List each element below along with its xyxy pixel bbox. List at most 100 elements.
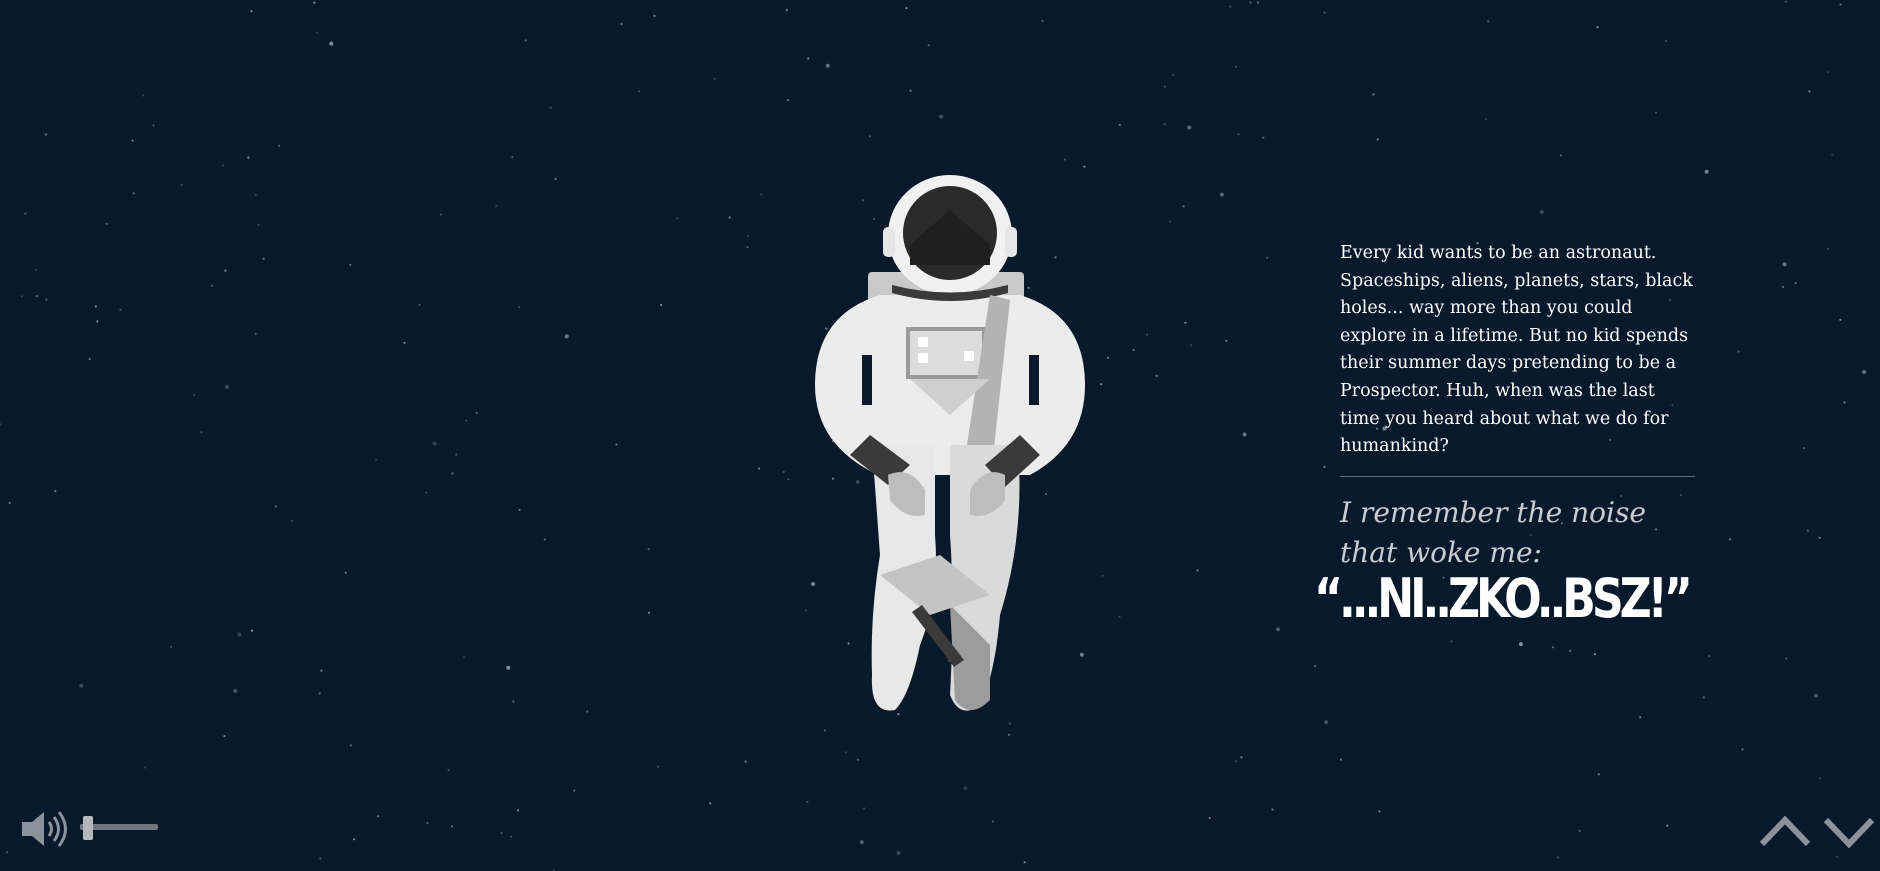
star (5, 851, 9, 854)
star (451, 825, 454, 828)
star (1132, 348, 1135, 351)
star (250, 629, 254, 632)
star (1372, 93, 1375, 96)
star (278, 144, 281, 147)
star (518, 508, 521, 511)
star (1266, 256, 1269, 259)
star (1741, 748, 1744, 751)
star (274, 505, 277, 508)
star (24, 212, 27, 215)
star (676, 217, 679, 220)
star (1552, 646, 1555, 649)
star (1172, 74, 1175, 77)
star (8, 501, 11, 505)
star (237, 632, 242, 637)
star (1559, 154, 1562, 157)
star (709, 802, 712, 805)
volume-slider-handle[interactable] (83, 816, 93, 840)
star (257, 223, 260, 227)
star (225, 384, 229, 389)
star (223, 735, 226, 738)
star (506, 665, 511, 670)
star (1249, 1, 1252, 4)
star (319, 857, 322, 860)
star (1376, 138, 1379, 141)
star (760, 193, 763, 196)
star (806, 800, 809, 804)
star (1782, 262, 1787, 267)
star (844, 751, 847, 754)
star (657, 765, 660, 768)
star (426, 821, 429, 825)
speaker-volume-icon[interactable] (20, 808, 72, 850)
star (1184, 321, 1187, 324)
star (1225, 339, 1228, 342)
star (1118, 123, 1121, 126)
volume-slider[interactable] (80, 816, 160, 840)
star (320, 669, 323, 672)
star (35, 295, 38, 298)
star (1235, 760, 1238, 763)
star (1843, 401, 1846, 404)
star (1784, 0, 1788, 3)
star (1802, 447, 1805, 450)
star (638, 90, 641, 93)
star (1654, 111, 1658, 114)
star (318, 692, 321, 695)
star (518, 306, 521, 309)
star (1339, 758, 1342, 761)
star (1101, 574, 1104, 577)
star (1208, 816, 1211, 820)
star (152, 124, 155, 127)
story-divider (1340, 475, 1695, 477)
star (1596, 26, 1599, 29)
star (660, 303, 663, 306)
star (1163, 123, 1166, 126)
star (728, 216, 731, 219)
star (1063, 158, 1067, 161)
star (1518, 642, 1523, 647)
star (746, 246, 749, 249)
star (1835, 855, 1838, 858)
star (615, 443, 618, 446)
star (105, 222, 108, 225)
star (1794, 281, 1797, 285)
star (1323, 11, 1326, 14)
star (586, 710, 589, 713)
star (909, 89, 912, 92)
chevron-up-icon[interactable] (1758, 812, 1812, 850)
star (1182, 205, 1185, 208)
star (1378, 810, 1381, 813)
astronaut-illustration (815, 175, 1085, 711)
story-intro-text: Every kid wants to be an astronaut. Spac… (1340, 243, 1693, 457)
star (495, 205, 498, 208)
star (440, 213, 443, 216)
star (786, 99, 790, 102)
star (1702, 696, 1705, 699)
star (291, 519, 294, 523)
star (377, 815, 380, 818)
star (1100, 383, 1103, 386)
star (758, 467, 761, 470)
star (35, 268, 38, 271)
star (316, 31, 319, 34)
star (1839, 3, 1842, 6)
star (1666, 824, 1669, 827)
star (1827, 71, 1830, 74)
star (1639, 716, 1642, 719)
star (1556, 856, 1560, 859)
star (1785, 657, 1788, 660)
star (1007, 733, 1011, 736)
star (349, 263, 352, 266)
star (787, 478, 790, 481)
star (1704, 169, 1709, 174)
star (620, 22, 623, 26)
star (1323, 465, 1326, 469)
star (329, 41, 334, 46)
chevron-down-icon[interactable] (1822, 812, 1876, 850)
star (648, 611, 651, 615)
star (511, 156, 514, 159)
star (1242, 432, 1247, 437)
star (500, 832, 503, 835)
star (1023, 861, 1026, 864)
